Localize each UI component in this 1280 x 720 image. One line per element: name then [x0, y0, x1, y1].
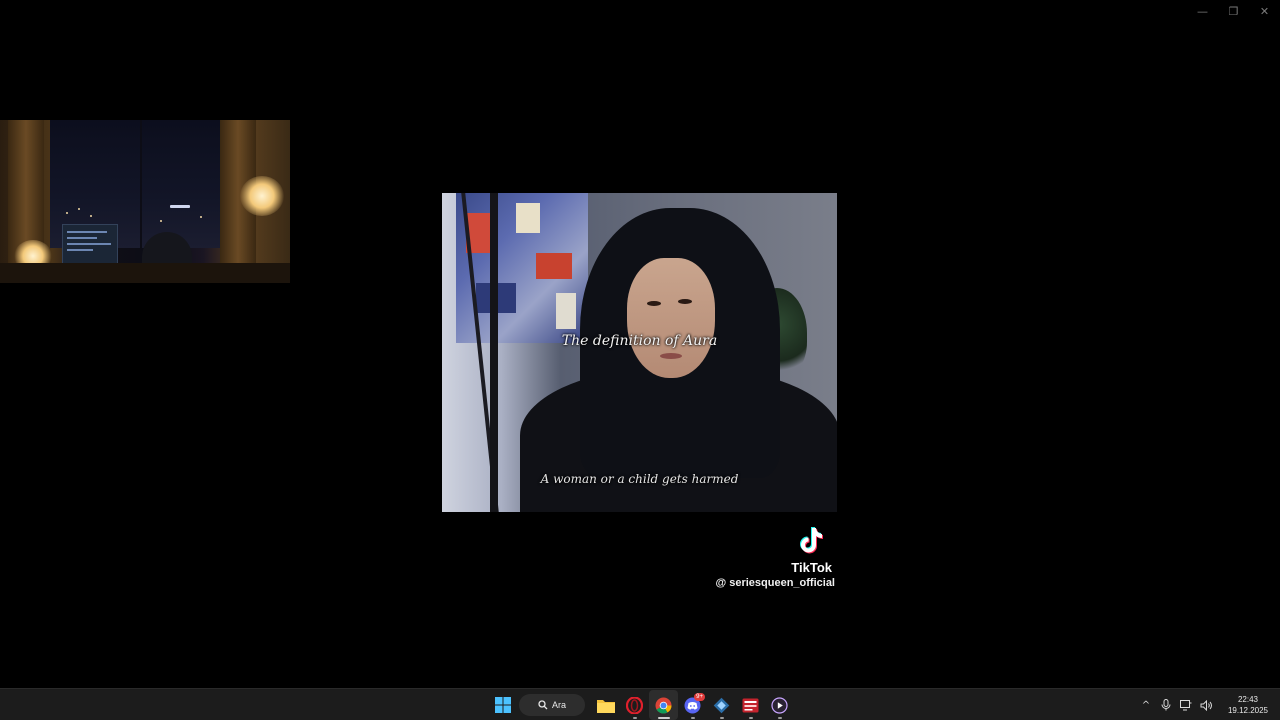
running-indicator [690, 717, 695, 719]
clock[interactable]: 22:43 19.12.2025 [1220, 694, 1276, 716]
file-explorer-button[interactable] [591, 690, 620, 720]
red-app-icon [742, 698, 759, 712]
active-indicator [657, 717, 670, 719]
running-indicator [719, 717, 724, 719]
chrome-button[interactable] [649, 690, 678, 720]
subject-lips [660, 353, 682, 359]
folder-icon [596, 699, 615, 713]
diamond-app-button[interactable] [707, 690, 736, 720]
close-button[interactable]: ✕ [1249, 0, 1280, 22]
clock-time: 22:43 [1237, 695, 1259, 704]
opera-icon [626, 696, 643, 714]
search-label: Ara [551, 700, 566, 710]
tiktok-handle-label: @ seriesqueen_official [715, 577, 835, 589]
taskbar: Ara 9+ ^ 22:43 19.12.2025 [0, 688, 1280, 720]
system-tray: ^ 22:43 19.12.2025 [1136, 689, 1280, 720]
video-caption-bottom: A woman or a child gets harmed [540, 472, 739, 486]
desk [0, 263, 290, 283]
tiktok-watermark: TikTok @ seriesqueen_official [700, 524, 835, 590]
running-indicator [777, 717, 782, 719]
microphone-icon[interactable] [1156, 689, 1176, 720]
opera-button[interactable] [620, 690, 649, 720]
taskbar-search[interactable]: Ara [519, 694, 585, 716]
coat-rack [490, 193, 498, 512]
chrome-icon [655, 697, 672, 713]
search-icon [538, 700, 548, 710]
clock-date: 19.12.2025 [1227, 706, 1269, 715]
pc-monitor [62, 224, 118, 264]
media-player-button[interactable] [765, 690, 794, 720]
video-player[interactable]: The definition of Aura A woman or a chil… [442, 193, 837, 512]
tray-overflow-chevron-icon[interactable]: ^ [1136, 689, 1156, 720]
running-indicator [632, 717, 637, 719]
subject-face [627, 258, 715, 378]
window-controls: — ❐ ✕ [1187, 0, 1280, 22]
diamond-app-icon [713, 697, 730, 713]
discord-badge: 9+ [694, 693, 705, 701]
restore-button[interactable]: ❐ [1218, 0, 1249, 22]
tiktok-logo-icon [800, 527, 823, 554]
windows-logo-icon [494, 697, 511, 713]
volume-icon[interactable] [1196, 689, 1216, 720]
network-icon[interactable] [1176, 689, 1196, 720]
play-icon [771, 696, 788, 714]
tiktok-brand-label: TikTok [791, 560, 832, 575]
red-app-button[interactable] [736, 690, 765, 720]
minimize-button[interactable]: — [1187, 0, 1218, 22]
running-indicator [748, 717, 753, 719]
webcam-overlay [0, 120, 290, 283]
start-button[interactable] [488, 690, 517, 720]
floor-lamp [240, 176, 284, 216]
window-pane-right [142, 120, 232, 248]
taskbar-apps: Ara 9+ [488, 689, 794, 720]
discord-button[interactable]: 9+ [678, 690, 707, 720]
screen: — ❐ ✕ The definition of Aura A woman or … [0, 0, 1280, 720]
video-caption-top: The definition of Aura [561, 333, 718, 349]
